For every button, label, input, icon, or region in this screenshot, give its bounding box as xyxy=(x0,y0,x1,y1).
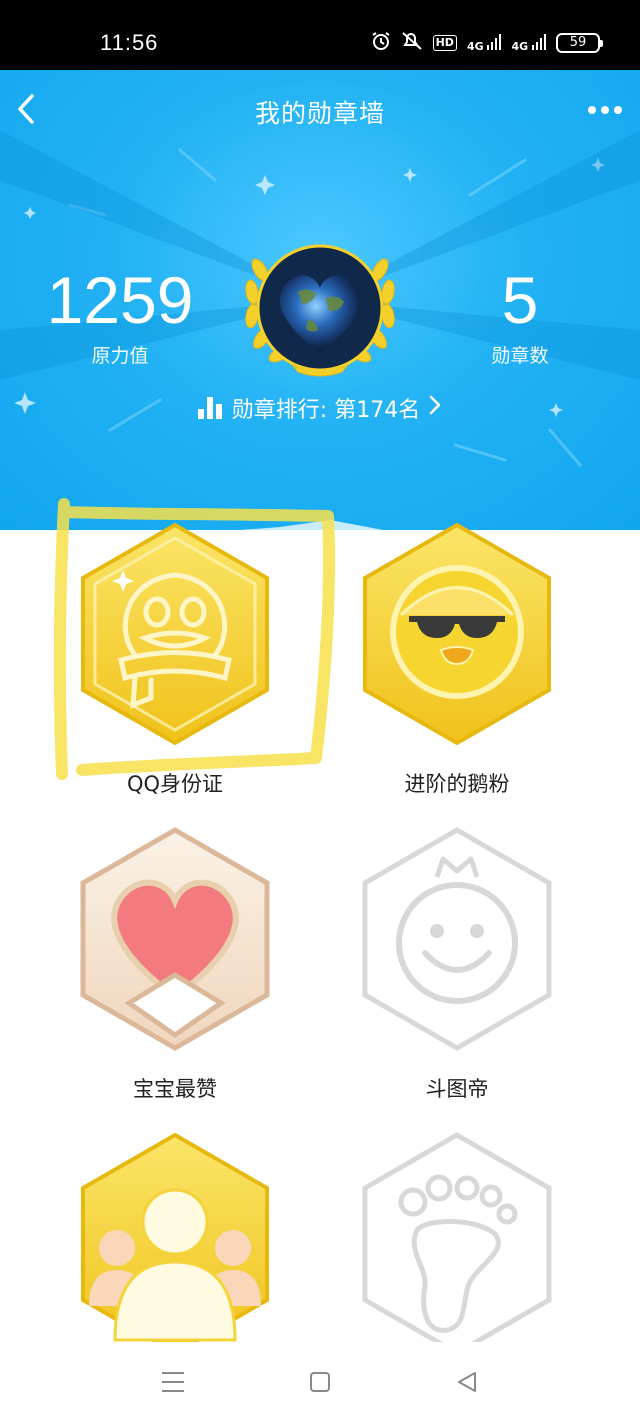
badge-wall-header: 我的勋章墙 1259 原力值 5 勋章数 勋章排行: 第174名 xyxy=(0,70,640,530)
force-value-stat[interactable]: 1259 原力值 xyxy=(40,265,200,368)
chevron-right-icon xyxy=(428,394,442,422)
badge-label: 斗图帝 xyxy=(425,1077,489,1101)
back-nav-button[interactable] xyxy=(447,1362,487,1402)
status-icons: HD 4G 4G 59 xyxy=(371,30,603,56)
more-dot-icon xyxy=(614,106,622,114)
force-value-number: 1259 xyxy=(46,263,194,337)
more-dot-icon xyxy=(601,106,609,114)
signal-1-icon: 4G xyxy=(466,33,502,53)
badge-label: 进阶的鹅粉 xyxy=(404,772,510,796)
hd-indicator: HD xyxy=(432,35,457,51)
signal-2-icon: 4G xyxy=(511,33,546,53)
badge-group[interactable] xyxy=(35,1130,315,1350)
more-dot-icon xyxy=(588,106,596,114)
badge-advanced-fan[interactable]: 进阶的鹅粉 xyxy=(317,520,597,820)
force-value-label: 原力值 xyxy=(91,345,149,367)
highlight-annotation xyxy=(53,498,336,780)
system-navigation-bar xyxy=(0,1342,640,1422)
badge-count-number: 5 xyxy=(501,263,539,337)
badge-count-label: 勋章数 xyxy=(491,345,549,367)
menu-button[interactable] xyxy=(153,1362,193,1402)
page-title: 我的勋章墙 xyxy=(254,99,385,128)
group-people-badge-icon xyxy=(81,1132,269,1350)
ranking-text: 勋章排行: 第174名 xyxy=(231,398,421,423)
badge-label: 宝宝最赞 xyxy=(133,1077,217,1101)
smiley-crown-badge-icon xyxy=(362,827,552,1051)
more-options-button[interactable] xyxy=(582,96,628,124)
badge-meme-king[interactable]: 斗图帝 xyxy=(317,825,597,1125)
badge-ranking-link[interactable]: 勋章排行: 第174名 xyxy=(0,392,640,424)
alarm-icon xyxy=(371,31,391,55)
square-home-icon xyxy=(309,1372,330,1392)
home-button[interactable] xyxy=(300,1362,340,1402)
net2-label: 4G xyxy=(511,39,529,53)
net1-label: 4G xyxy=(466,39,484,53)
badge-footprint[interactable] xyxy=(317,1130,597,1350)
footprint-badge-icon xyxy=(362,1132,552,1350)
battery-icon: 59 xyxy=(556,33,603,53)
badge-baby-best[interactable]: 宝宝最赞 xyxy=(35,825,315,1125)
status-bar: 11:56 HD 4G 4G 59 xyxy=(0,0,640,70)
mute-icon xyxy=(401,31,423,55)
heart-badge-icon xyxy=(80,827,270,1051)
bar-chart-icon xyxy=(197,397,224,419)
status-time: 11:56 xyxy=(100,30,159,55)
triangle-back-icon xyxy=(457,1372,476,1392)
penguin-sunglasses-badge-icon xyxy=(363,522,551,746)
badge-count-stat[interactable]: 5 勋章数 xyxy=(440,265,600,368)
avatar-with-laurel-wreath[interactable] xyxy=(238,240,402,380)
menu-icon xyxy=(162,1372,185,1392)
